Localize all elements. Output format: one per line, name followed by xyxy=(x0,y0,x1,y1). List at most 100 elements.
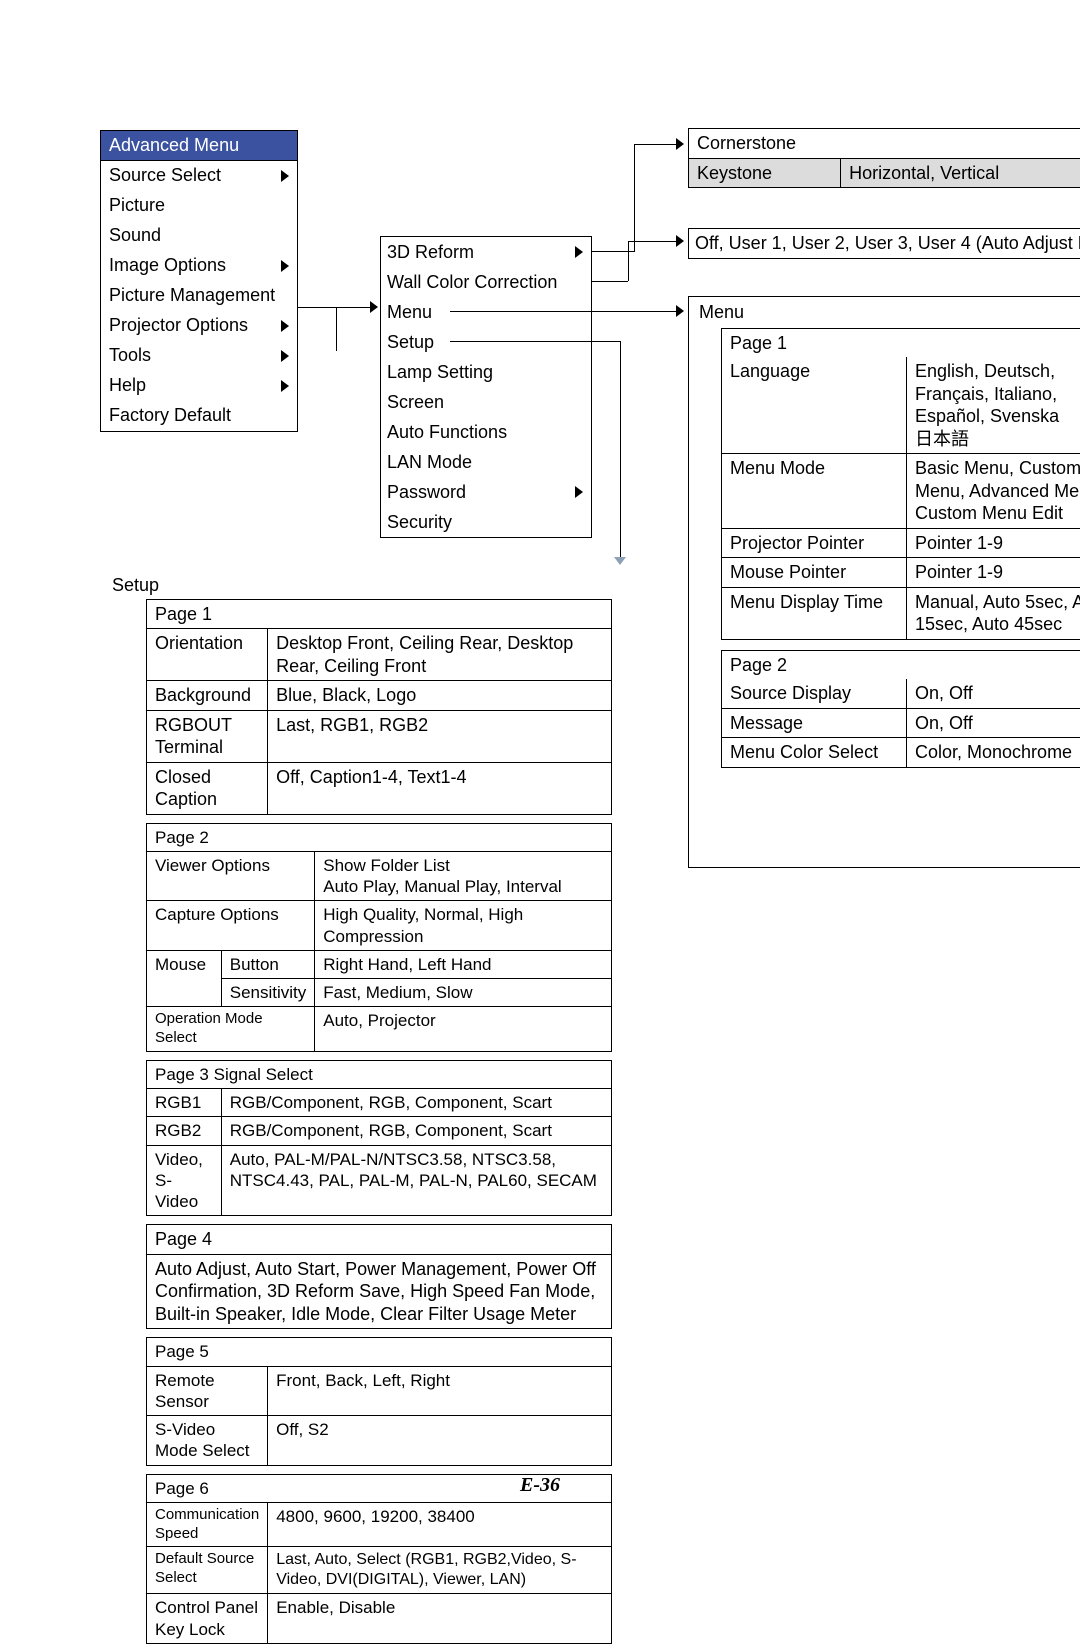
menu-label: Menu xyxy=(387,301,432,324)
menu-item-tools[interactable]: Tools xyxy=(101,341,297,371)
setup-page4: Page 4 Auto Adjust, Auto Start, Power Ma… xyxy=(146,1224,612,1329)
menu-label: Lamp Setting xyxy=(387,361,493,384)
row-value: Enable, Disable xyxy=(268,1594,611,1643)
menu-detail: Menu Page 1 Language English, Deutsch, F… xyxy=(688,296,1080,868)
row-value: Off, Caption1-4, Text1-4 xyxy=(268,762,611,814)
row-value: Basic Menu, Custom Menu, Advanced Menu C… xyxy=(907,454,1080,529)
row-label: Source Display xyxy=(722,679,907,708)
chevron-right-icon xyxy=(281,320,289,332)
page-header: Page 2 xyxy=(147,824,611,852)
menu-label: Picture xyxy=(109,194,165,217)
wcc-values: Off, User 1, User 2, User 3, User 4 (Aut… xyxy=(695,233,1080,253)
arrow-icon xyxy=(370,301,378,313)
advanced-menu-title: Advanced Menu xyxy=(101,131,297,161)
chevron-right-icon xyxy=(281,170,289,182)
row-value: Auto, Projector xyxy=(315,1007,611,1051)
row-label: Language xyxy=(722,357,907,454)
arrow-icon xyxy=(676,305,684,317)
page-header: Page 4 xyxy=(147,1225,611,1254)
row-value: Fast, Medium, Slow xyxy=(315,979,611,1007)
setup-page6: Page 6 Communication Speed 4800, 9600, 1… xyxy=(146,1474,612,1644)
sub-item-lan-mode[interactable]: LAN Mode xyxy=(381,447,591,477)
menu-item-picture[interactable]: Picture xyxy=(101,191,297,221)
chevron-right-icon xyxy=(575,486,583,498)
sub-item-lamp-setting[interactable]: Lamp Setting xyxy=(381,357,591,387)
flow-branch xyxy=(298,248,336,428)
menu-label: Wall Color Correction xyxy=(387,271,557,294)
menu-label: Security xyxy=(387,511,452,534)
row-label: Control Panel Key Lock xyxy=(147,1594,268,1643)
sub-item-security[interactable]: Security xyxy=(381,507,591,537)
setup-title: Setup xyxy=(106,574,612,599)
sub-item-wall-color[interactable]: Wall Color Correction xyxy=(381,267,591,297)
menu-label: Setup xyxy=(387,331,434,354)
option-keystone[interactable]: Keystone xyxy=(689,158,841,187)
row-label: Capture Options xyxy=(147,901,315,951)
connector-line xyxy=(592,281,628,282)
menu-label: Picture Management xyxy=(109,284,275,307)
row-label: Menu Mode xyxy=(722,454,907,529)
3d-reform-options: Cornerstone Keystone Horizontal, Vertica… xyxy=(688,128,1080,188)
menu-label: 3D Reform xyxy=(387,241,474,264)
connector-line xyxy=(628,241,680,242)
menu-label: Screen xyxy=(387,391,444,414)
advanced-menu: Advanced Menu Source Select Picture Soun… xyxy=(100,130,298,432)
keystone-values: Horizontal, Vertical xyxy=(841,158,1080,187)
row-label: Menu Color Select xyxy=(722,738,907,767)
row-value: Desktop Front, Ceiling Rear, Desktop Rea… xyxy=(268,629,611,681)
row-label: RGB1 xyxy=(147,1089,221,1117)
row-label: Viewer Options xyxy=(147,851,315,901)
row-value: Front, Back, Left, Right xyxy=(268,1366,611,1416)
menu-item-projector-options[interactable]: Projector Options xyxy=(101,311,297,341)
sub-item-auto-functions[interactable]: Auto Functions xyxy=(381,417,591,447)
row-value: English, Deutsch, Français, Italiano, Es… xyxy=(907,357,1080,454)
arrow-icon xyxy=(676,235,684,247)
row-value: Color, Monochrome xyxy=(907,738,1080,767)
menu-item-source-select[interactable]: Source Select xyxy=(101,161,297,191)
sub-item-screen[interactable]: Screen xyxy=(381,387,591,417)
row-value: Manual, Auto 5sec, Auto 15sec, Auto 45se… xyxy=(907,587,1080,639)
row-label: Mouse xyxy=(147,950,221,1007)
row-value: RGB/Component, RGB, Component, Scart xyxy=(221,1089,611,1117)
menu-label: Password xyxy=(387,481,466,504)
row-value: Show Folder List Auto Play, Manual Play,… xyxy=(315,851,611,901)
row-value: Auto, PAL-M/PAL-N/NTSC3.58, NTSC3.58, NT… xyxy=(221,1145,611,1215)
setup-page3: Page 3 Signal Select RGB1 RGB/Component,… xyxy=(146,1060,612,1217)
sub-item-3d-reform[interactable]: 3D Reform xyxy=(381,237,591,267)
row-value: On, Off xyxy=(907,708,1080,738)
chevron-right-icon xyxy=(281,260,289,272)
option-cornerstone[interactable]: Cornerstone xyxy=(689,129,1080,158)
menu-item-help[interactable]: Help xyxy=(101,371,297,401)
row-value: Last, RGB1, RGB2 xyxy=(268,710,611,762)
menu-item-factory-default[interactable]: Factory Default xyxy=(101,401,297,431)
row-value: RGB/Component, RGB, Component, Scart xyxy=(221,1117,611,1145)
connector-line xyxy=(620,341,621,557)
sub-item-setup[interactable]: Setup xyxy=(381,327,591,357)
menu-label: Factory Default xyxy=(109,404,231,427)
sub-item-menu[interactable]: Menu xyxy=(381,297,591,327)
connector-line xyxy=(450,341,620,342)
row-value: 4800, 9600, 19200, 38400 xyxy=(268,1502,611,1547)
row-label: Operation Mode Select xyxy=(147,1007,315,1051)
row-label: Orientation xyxy=(147,629,268,681)
menu-item-picture-management[interactable]: Picture Management xyxy=(101,281,297,311)
menu-label: Help xyxy=(109,374,146,397)
row-label: S-Video Mode Select xyxy=(147,1416,268,1465)
menu-page2: Page 2 Source Display On, Off Message On… xyxy=(721,650,1080,768)
page-number: E-36 xyxy=(0,1473,1080,1498)
connector-line xyxy=(450,311,680,312)
connector-line xyxy=(628,241,629,281)
row-value: Pointer 1-9 xyxy=(907,528,1080,558)
chevron-right-icon xyxy=(281,380,289,392)
menu-item-sound[interactable]: Sound xyxy=(101,221,297,251)
menu-label: Image Options xyxy=(109,254,226,277)
setup-page1: Page 1 Orientation Desktop Front, Ceilin… xyxy=(146,599,612,815)
row-value: Last, Auto, Select (RGB1, RGB2,Video, S-… xyxy=(268,1547,611,1594)
arrow-icon xyxy=(676,138,684,150)
arrow-down-icon xyxy=(614,557,626,565)
connector-line xyxy=(634,144,635,252)
setup-page5: Page 5 Remote Sensor Front, Back, Left, … xyxy=(146,1337,612,1465)
menu-item-image-options[interactable]: Image Options xyxy=(101,251,297,281)
sub-item-password[interactable]: Password xyxy=(381,477,591,507)
row-value: Right Hand, Left Hand xyxy=(315,950,611,978)
